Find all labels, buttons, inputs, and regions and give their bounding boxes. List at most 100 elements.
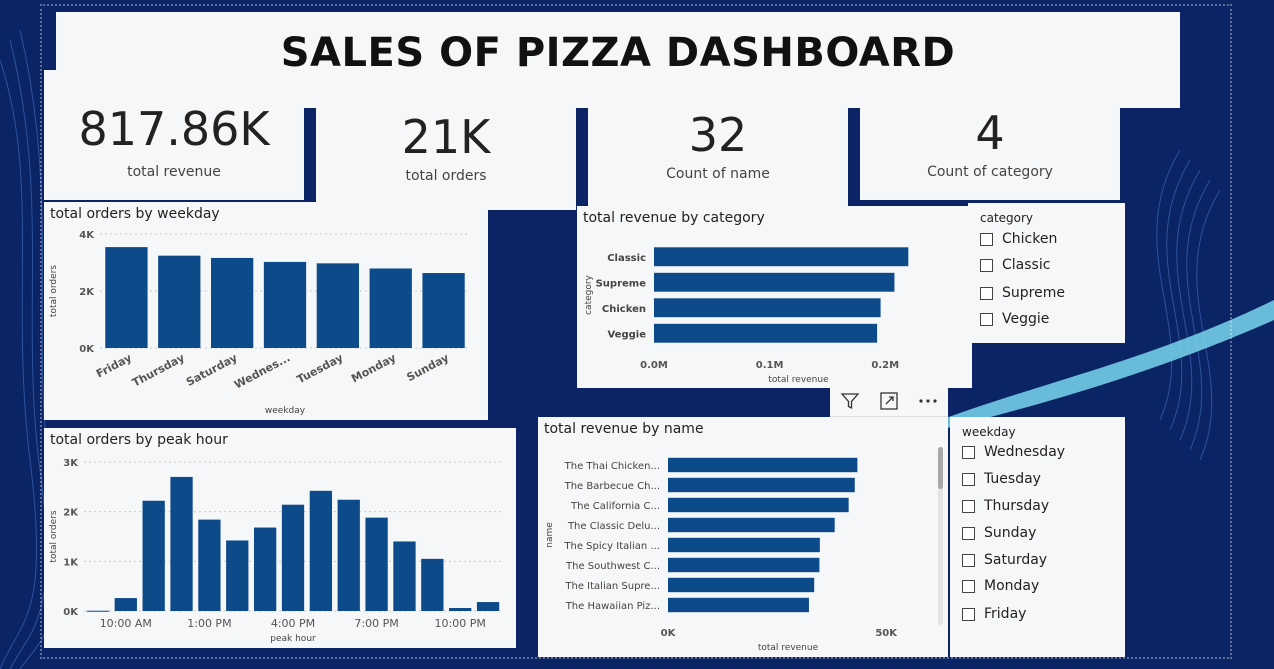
bar: [86, 610, 110, 612]
bar: [476, 602, 500, 611]
slicer-weekday[interactable]: weekday Wednesday Tuesday Thursday Sunda…: [950, 417, 1125, 657]
slicer-option-wednesday[interactable]: Wednesday: [962, 444, 1065, 460]
x-tick-label: 1:00 PM: [187, 617, 231, 630]
y-axis-label: total orders: [49, 265, 59, 317]
bar: [337, 499, 360, 611]
kpi-card-total-revenue[interactable]: 817.86K total revenue: [44, 70, 304, 200]
y-tick-label: The Classic Delu...: [567, 521, 660, 532]
chart-orders-by-weekday[interactable]: total orders by weekday 0K 2K 4K Friday Thur…: [44, 202, 488, 420]
x-tick-label: 4:00 PM: [271, 617, 315, 630]
y-tick-label: 2K: [63, 508, 79, 519]
chart-revenue-by-category[interactable]: total revenue by category Classic Supreme…: [577, 206, 972, 388]
slicer-option-label: Chicken: [1002, 231, 1058, 247]
checkbox-icon[interactable]: [962, 445, 975, 459]
bar: [158, 255, 201, 348]
chart-revenue-by-name[interactable]: total revenue by name The Thai Chicken..…: [538, 417, 948, 657]
bar: [114, 598, 137, 611]
bar: [668, 557, 820, 573]
y-tick-label: 0K: [79, 344, 95, 355]
slicer-category[interactable]: category Chicken Classic Supreme Veggie: [968, 203, 1125, 343]
checkbox-icon[interactable]: [980, 232, 993, 246]
y-tick-label: The Spicy Italian ...: [563, 541, 660, 552]
bar: [198, 519, 221, 611]
bar: [654, 323, 878, 343]
x-axis-label: weekday: [265, 406, 306, 416]
checkbox-icon[interactable]: [962, 579, 975, 593]
name-bar-chart: The Thai Chicken... The Barbecue Ch... The…: [545, 457, 898, 653]
bar: [654, 247, 909, 267]
slicer-option-friday[interactable]: Friday: [962, 606, 1026, 622]
kpi-label: Count of name: [666, 166, 770, 182]
bar: [654, 298, 881, 318]
filter-icon[interactable]: [830, 386, 869, 416]
slicer-option-chicken[interactable]: Chicken: [980, 231, 1057, 247]
slicer-option-veggie[interactable]: Veggie: [980, 311, 1049, 327]
bar: [309, 490, 333, 611]
slicer-option-tuesday[interactable]: Tuesday: [962, 471, 1041, 487]
y-tick-label: 4K: [79, 230, 95, 241]
slicer-option-monday[interactable]: Monday: [962, 578, 1039, 594]
slicer-option-label: Thursday: [984, 498, 1050, 514]
y-tick-label: Veggie: [607, 329, 646, 340]
bar: [316, 263, 359, 348]
more-options-icon[interactable]: [908, 386, 947, 416]
x-tick-label: Sunday: [405, 351, 451, 384]
bar: [449, 608, 472, 611]
bar: [668, 457, 858, 473]
slicer-option-saturday[interactable]: Saturday: [962, 552, 1047, 568]
checkbox-icon[interactable]: [962, 499, 975, 513]
chart-title: total revenue by name: [544, 421, 704, 437]
y-tick-label: 0K: [63, 607, 79, 618]
y-tick-label: Classic: [607, 253, 646, 264]
y-axis-label: total orders: [49, 510, 59, 562]
kpi-label: Count of category: [927, 164, 1053, 180]
x-tick-label: 0.0M: [640, 360, 668, 371]
checkbox-icon[interactable]: [980, 286, 993, 300]
y-tick-label: Chicken: [602, 304, 646, 315]
x-tick-label: 0.1M: [756, 360, 784, 371]
slicer-option-thursday[interactable]: Thursday: [962, 498, 1049, 514]
y-tick-label: 2K: [79, 287, 95, 298]
x-tick-label: Wednes...: [232, 351, 292, 391]
kpi-label: total revenue: [127, 164, 221, 180]
slicer-option-label: Classic: [1002, 257, 1051, 273]
checkbox-icon[interactable]: [962, 553, 975, 567]
checkbox-icon[interactable]: [962, 472, 975, 486]
slicer-option-label: Saturday: [984, 552, 1048, 568]
bar: [226, 540, 249, 611]
bar: [170, 476, 193, 611]
peak-hour-bar-chart: 0K 1K 2K 3K 10:00 AM 1:00 PM 4:00 PM 7:00 PM 10:…: [49, 458, 502, 644]
checkbox-icon[interactable]: [980, 258, 993, 272]
checkbox-icon[interactable]: [962, 526, 975, 540]
slicer-option-supreme[interactable]: Supreme: [980, 285, 1065, 301]
checkbox-icon[interactable]: [962, 607, 975, 621]
bar: [263, 261, 307, 348]
y-tick-label: The Italian Supre...: [564, 581, 660, 592]
scrollbar-thumb[interactable]: [938, 447, 943, 489]
bar: [668, 477, 855, 493]
y-tick-label: Supreme: [596, 278, 647, 289]
checkbox-icon[interactable]: [980, 312, 993, 326]
bar: [281, 504, 305, 611]
x-tick-label: 10:00 PM: [435, 617, 486, 630]
slicer-option-classic[interactable]: Classic: [980, 257, 1050, 273]
kpi-card-count-of-name[interactable]: 32 Count of name: [588, 70, 848, 208]
bar: [365, 517, 388, 611]
y-tick-label: The Barbecue Ch...: [564, 481, 660, 492]
slicer-option-sunday[interactable]: Sunday: [962, 525, 1036, 541]
x-tick-label: Monday: [349, 351, 398, 385]
scrollbar[interactable]: [938, 447, 943, 625]
kpi-card-count-of-category[interactable]: 4 Count of category: [860, 70, 1120, 200]
bar: [668, 497, 849, 513]
x-tick-label: 10:00 AM: [100, 617, 152, 630]
x-tick-label: Friday: [94, 351, 134, 380]
kpi-label: total orders: [405, 168, 487, 184]
bar: [668, 577, 815, 593]
slicer-option-label: Sunday: [984, 525, 1037, 541]
focus-mode-icon[interactable]: [869, 386, 908, 416]
slicer-option-label: Wednesday: [984, 444, 1066, 460]
chart-orders-by-peak-hour[interactable]: total orders by peak hour 0K 1K 2K 3K 10:00 …: [44, 428, 516, 648]
bar: [668, 597, 809, 613]
x-tick-label: 50K: [875, 628, 898, 639]
kpi-card-total-orders[interactable]: 21K total orders: [316, 70, 576, 210]
